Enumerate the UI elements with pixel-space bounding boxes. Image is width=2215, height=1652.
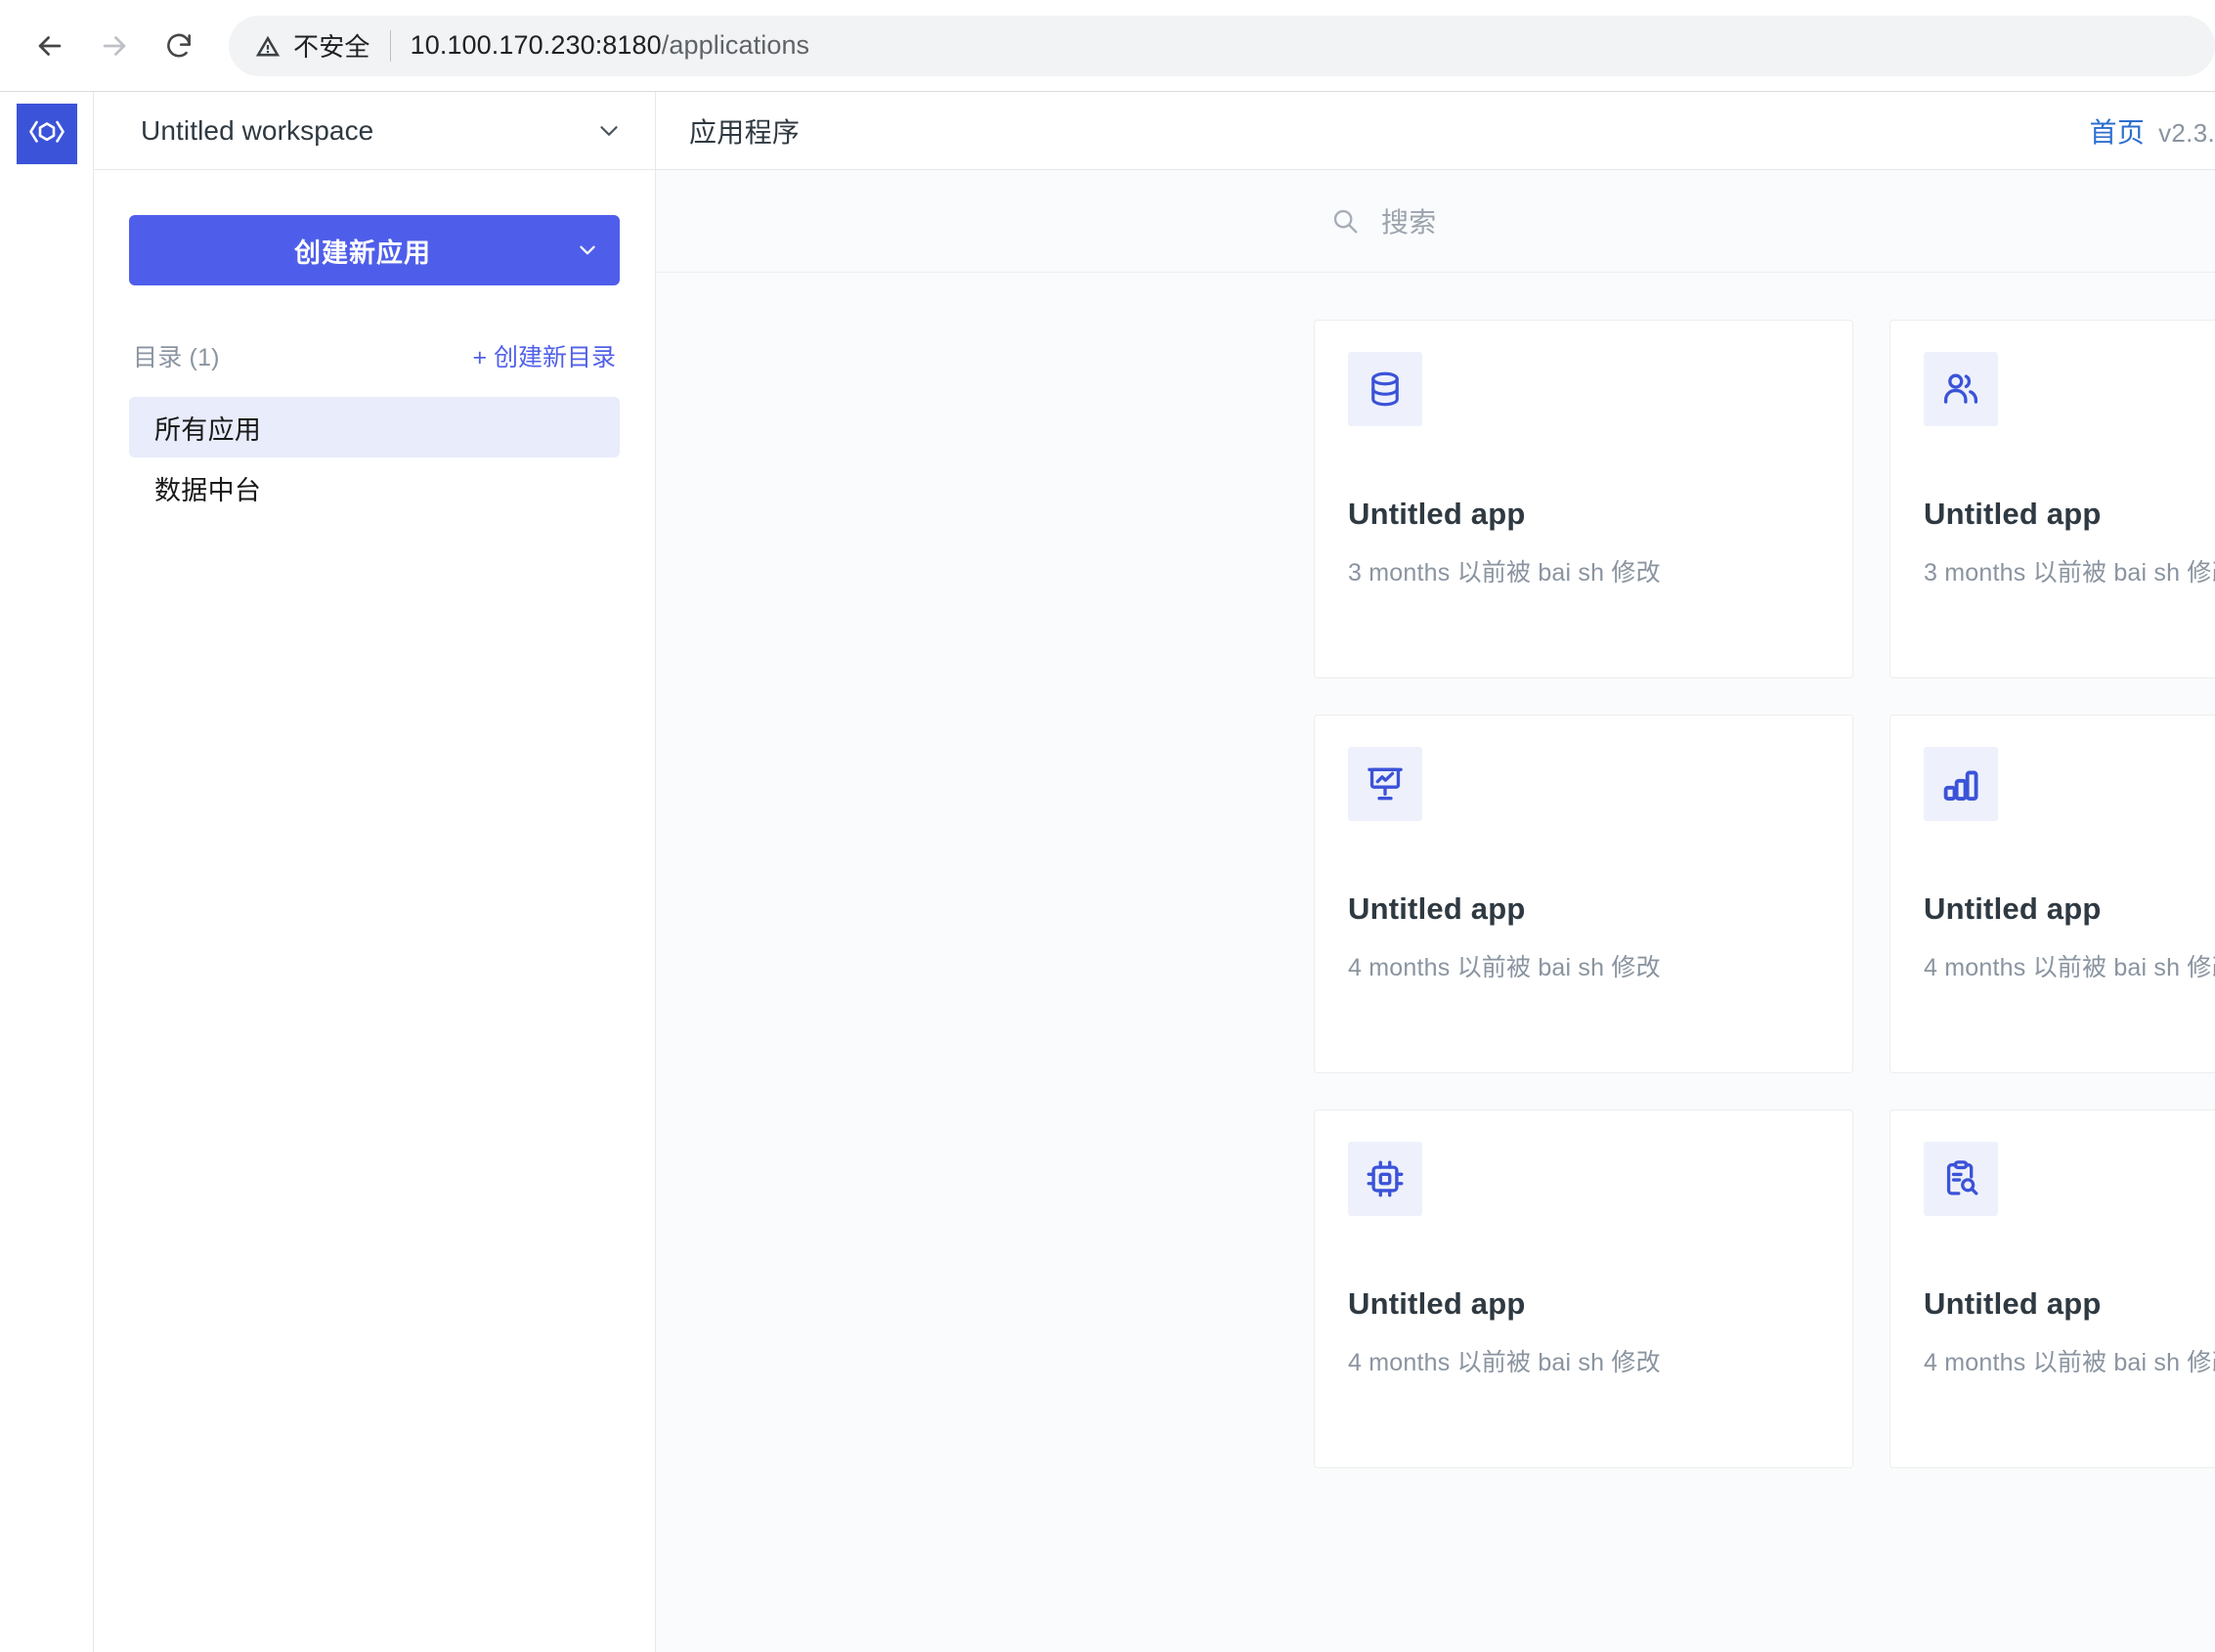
home-link[interactable]: 首页 [2090,111,2146,151]
logo-rail [0,92,94,1652]
cpu-chip-icon [1348,1142,1422,1216]
search-input[interactable]: 搜索 [1330,201,1437,240]
applications-grid: Untitled app 3 months 以前被 bai sh 修改 Unti… [1314,320,2215,1468]
app-card-title: Untitled app [1924,891,2102,926]
chevron-down-icon[interactable] [594,116,624,146]
app-card-title: Untitled app [1924,1286,2102,1321]
forward-button[interactable] [82,14,147,78]
app-card-subtitle: 3 months 以前被 bai sh 修改 [1924,559,2215,587]
sidebar-item-label: 所有应用 [154,414,262,445]
security-label: 不安全 [293,32,370,62]
directory-header: 目录 (1) + 创建新目录 [129,338,620,373]
presentation-icon [1348,747,1422,821]
appsmith-logo-icon[interactable] [17,104,77,164]
app-card[interactable]: Untitled app 3 months 以前被 bai sh 修改 [1889,320,2215,678]
bar-chart-icon [1924,747,1998,821]
main-header: 应用程序 首页 v2.3. [656,92,2215,170]
workspace-name: Untitled workspace [141,114,374,146]
browser-toolbar: 不安全 10.100.170.230:8180/applications [0,0,2215,92]
page-title: 应用程序 [689,116,801,148]
users-icon [1924,352,1998,426]
database-icon [1348,352,1422,426]
app-card[interactable]: Untitled app 3 months 以前被 bai sh 修改 [1314,320,1853,678]
workspace-selector[interactable]: Untitled workspace [94,92,655,170]
app-card[interactable]: Untitled app 4 months 以前被 bai sh 修改 [1889,1109,2215,1468]
app-card-subtitle: 3 months 以前被 bai sh 修改 [1348,559,1661,587]
application-frame: Untitled workspace 创建新应用 目录 (1) + 创建新目录 … [0,92,2215,1652]
app-card-title: Untitled app [1348,497,1526,531]
app-card-subtitle: 4 months 以前被 bai sh 修改 [1924,1349,2215,1376]
warning-icon [255,35,281,56]
security-status[interactable]: 不安全 [254,27,370,64]
app-card-subtitle: 4 months 以前被 bai sh 修改 [1924,954,2215,981]
url-host: 10.100.170.230:8180 [410,30,662,60]
directory-list: 所有应用 数据中台 [129,397,620,518]
main-content: 应用程序 首页 v2.3. 搜索 Untitled app 3 months 以… [656,92,2215,1652]
url-text: 10.100.170.230:8180/applications [411,30,810,61]
sidebar-body: 创建新应用 目录 (1) + 创建新目录 所有应用 数据中台 [94,170,655,518]
sidebar-item-data-platform[interactable]: 数据中台 [129,457,620,518]
create-app-button[interactable]: 创建新应用 [129,215,620,285]
header-actions: 首页 v2.3. [2090,111,2215,151]
directory-count-label: 目录 (1) [133,344,220,371]
app-card[interactable]: Untitled app 4 months 以前被 bai sh 修改 [1889,715,2215,1073]
app-card[interactable]: Untitled app 4 months 以前被 bai sh 修改 [1314,1109,1853,1468]
sidebar-item-all-apps[interactable]: 所有应用 [129,397,620,457]
create-directory-link[interactable]: + 创建新目录 [472,338,616,373]
sidebar-item-label: 数据中台 [154,475,262,505]
create-app-label: 创建新应用 [294,238,431,268]
search-icon [1330,206,1360,236]
applications-region: Untitled app 3 months 以前被 bai sh 修改 Unti… [656,273,2215,1652]
app-card-title: Untitled app [1348,1286,1526,1321]
clipboard-search-icon [1924,1142,1998,1216]
back-button[interactable] [18,14,82,78]
app-card-subtitle: 4 months 以前被 bai sh 修改 [1348,1349,1661,1376]
url-path: /applications [661,30,810,60]
address-bar[interactable]: 不安全 10.100.170.230:8180/applications [229,15,2215,76]
app-card-subtitle: 4 months 以前被 bai sh 修改 [1348,954,1661,981]
sidebar: Untitled workspace 创建新应用 目录 (1) + 创建新目录 … [94,92,656,1652]
applications-wrap: Untitled app 3 months 以前被 bai sh 修改 Unti… [656,320,2215,1468]
app-card-title: Untitled app [1924,497,2102,531]
chevron-down-icon[interactable] [555,238,620,263]
version-label: v2.3. [2158,117,2215,148]
app-card-title: Untitled app [1348,891,1526,926]
search-row: 搜索 [656,170,2215,273]
omnibox-divider [389,29,391,62]
search-placeholder: 搜索 [1381,207,1437,238]
reload-button[interactable] [147,14,211,78]
app-card[interactable]: Untitled app 4 months 以前被 bai sh 修改 [1314,715,1853,1073]
